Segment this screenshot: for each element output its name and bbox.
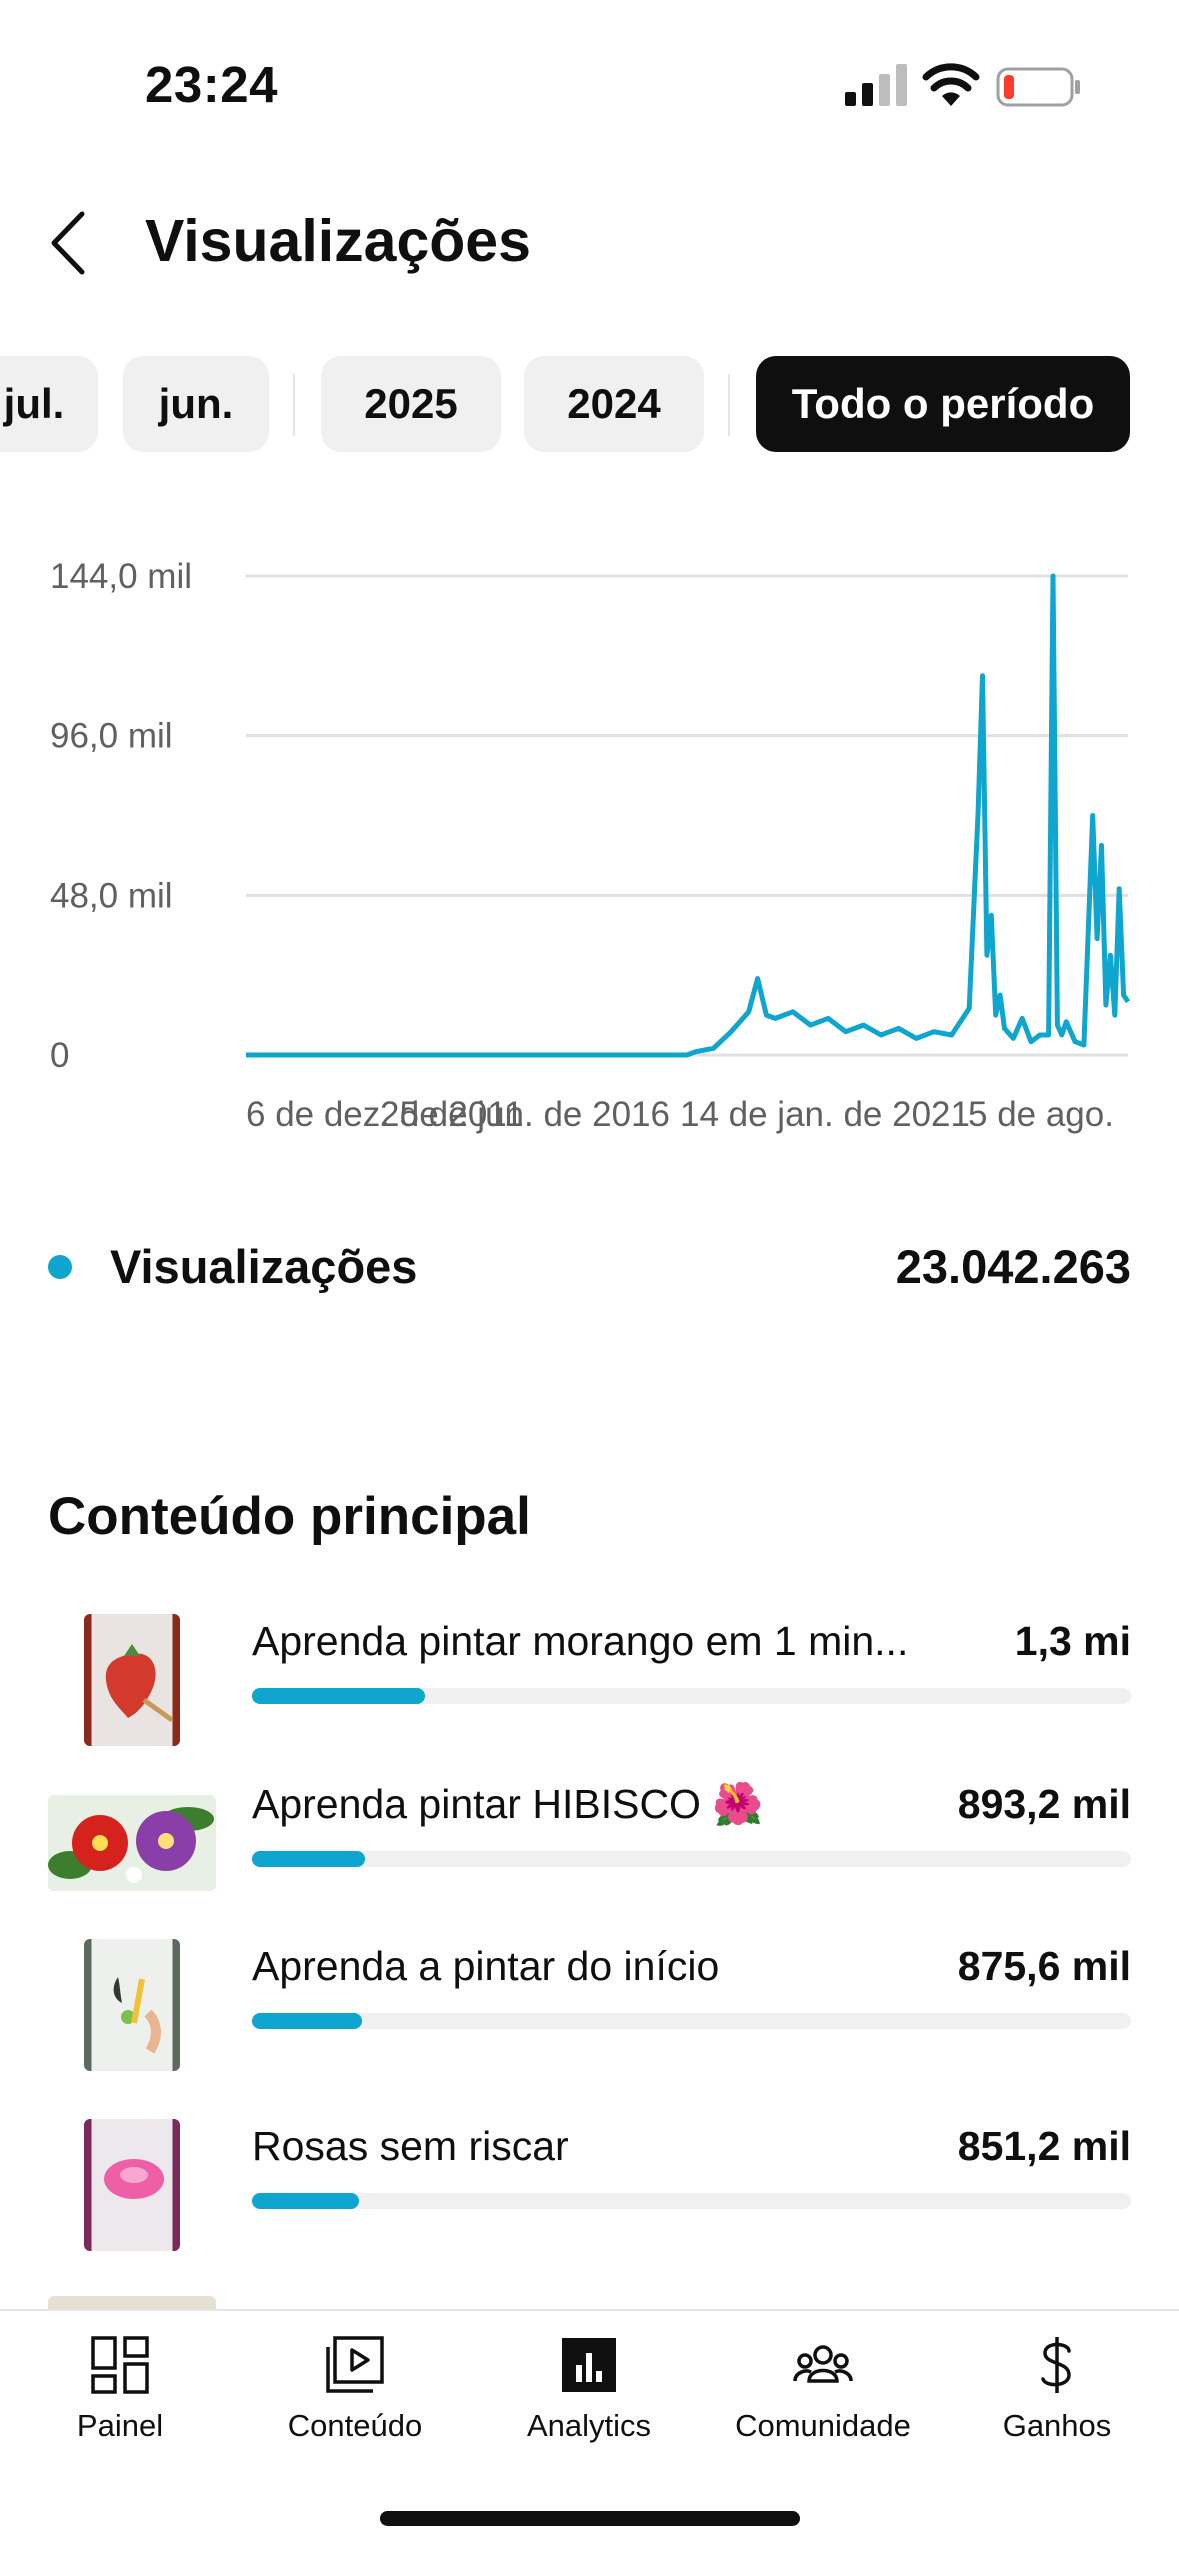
views-share-bar (252, 1688, 1131, 1704)
wifi-icon (922, 63, 980, 106)
brush-thumbnail-icon (113, 1977, 161, 2054)
content-title: Aprenda pintar HIBISCO 🌺 (252, 1781, 764, 1827)
views-chart: 144,0 mil 96,0 mil 48,0 mil 0 6 de dez. de … (0, 540, 1179, 1140)
status-time: 23:24 (145, 56, 278, 113)
chart-legend: Visualizações 23.042.263 (48, 1235, 1131, 1305)
nav-label: Conteúdo (287, 2408, 423, 2443)
analytics-icon (562, 2338, 616, 2392)
x-tick-label: 5 de ago. (968, 1095, 1114, 1134)
back-icon[interactable] (44, 208, 100, 278)
x-tick-label: 14 de jan. de 2021 (680, 1095, 970, 1134)
legend-dot (48, 1255, 72, 1279)
chip-divider (293, 374, 295, 436)
video-thumbnail (84, 1939, 180, 2071)
legend-label: Visualizações (110, 1240, 418, 1293)
y-tick-label: 144,0 mil (50, 557, 192, 596)
page-title: Visualizações (145, 208, 531, 274)
chip-divider (728, 374, 730, 436)
nav-label: Painel (76, 2408, 164, 2443)
rose-thumbnail-icon (104, 2159, 164, 2199)
content-views: 851,2 mil (957, 2123, 1131, 2169)
nav-label: Analytics (526, 2408, 652, 2443)
nav-label: Comunidade (735, 2408, 911, 2443)
period-filter-chips: jul. jun. 2025 2024 Todo o período (0, 356, 1179, 452)
nav-item-painel[interactable]: Painel (2, 2311, 238, 2461)
content-title: Rosas sem riscar (252, 2123, 569, 2169)
views-series-line (246, 573, 1131, 1058)
x-tick-label: 25 de jun. de 2016 (380, 1095, 670, 1134)
chip-2024[interactable]: 2024 (524, 356, 704, 452)
content-views: 1,3 mi (1014, 1618, 1131, 1664)
views-share-bar (252, 1851, 1131, 1867)
views-share-bar (252, 2193, 1131, 2209)
content-item[interactable]: Aprenda pintar morango em 1 min... 1,3 m… (0, 1608, 1179, 1758)
section-title: Conteúdo principal (48, 1487, 531, 1546)
dashboard-icon (91, 2336, 149, 2394)
content-title: Aprenda pintar morango em 1 min... (252, 1618, 909, 1664)
nav-label: Ganhos (1002, 2408, 1112, 2443)
nav-item-analytics[interactable]: Analytics (471, 2311, 707, 2461)
views-share-fill (252, 1851, 365, 1867)
video-thumbnail (84, 1614, 180, 1746)
chip-all-time[interactable]: Todo o período (756, 356, 1130, 452)
y-tick-label: 48,0 mil (50, 876, 173, 915)
community-icon (793, 2345, 853, 2383)
nav-item-ganhos[interactable]: Ganhos (939, 2311, 1175, 2461)
content-icon (326, 2336, 384, 2393)
content-item[interactable]: Aprenda a pintar do início 875,6 mil (0, 1933, 1179, 2083)
chip-jun[interactable]: jun. (123, 356, 269, 452)
chip-jul[interactable]: jul. (0, 356, 98, 452)
views-share-fill (252, 1688, 426, 1704)
content-item[interactable]: Rosas sem riscar 851,2 mil (0, 2113, 1179, 2263)
y-tick-label: 96,0 mil (50, 717, 173, 756)
video-thumbnail (48, 1795, 216, 1891)
content-title: Aprenda a pintar do início (252, 1943, 720, 1989)
y-tick-label: 0 (50, 1036, 69, 1075)
content-item[interactable]: Aprenda pintar HIBISCO 🌺 893,2 mil (0, 1771, 1179, 1921)
content-views: 875,6 mil (957, 1943, 1131, 1989)
signal-icon (845, 64, 907, 106)
content-views: 893,2 mil (957, 1781, 1131, 1827)
hibiscus-thumbnail-icon (48, 1807, 214, 1883)
status-bar: 23:24 (0, 0, 1179, 150)
views-share-fill (252, 2013, 362, 2029)
views-share-bar (252, 2013, 1131, 2029)
dollar-icon (1041, 2337, 1071, 2393)
nav-item-conteudo[interactable]: Conteúdo (237, 2311, 473, 2461)
battery-icon (996, 67, 1080, 107)
chip-2025[interactable]: 2025 (321, 356, 501, 452)
views-share-fill (252, 2193, 360, 2209)
home-indicator[interactable] (380, 2511, 800, 2526)
video-thumbnail (84, 2119, 180, 2251)
views-line-chart: 144,0 mil96,0 mil48,0 mil0 6 de dez. de … (50, 557, 1131, 1134)
nav-item-comunidade[interactable]: Comunidade (705, 2311, 941, 2461)
total-views-value: 23.042.263 (895, 1240, 1131, 1293)
strawberry-thumbnail-icon (105, 1644, 174, 1723)
